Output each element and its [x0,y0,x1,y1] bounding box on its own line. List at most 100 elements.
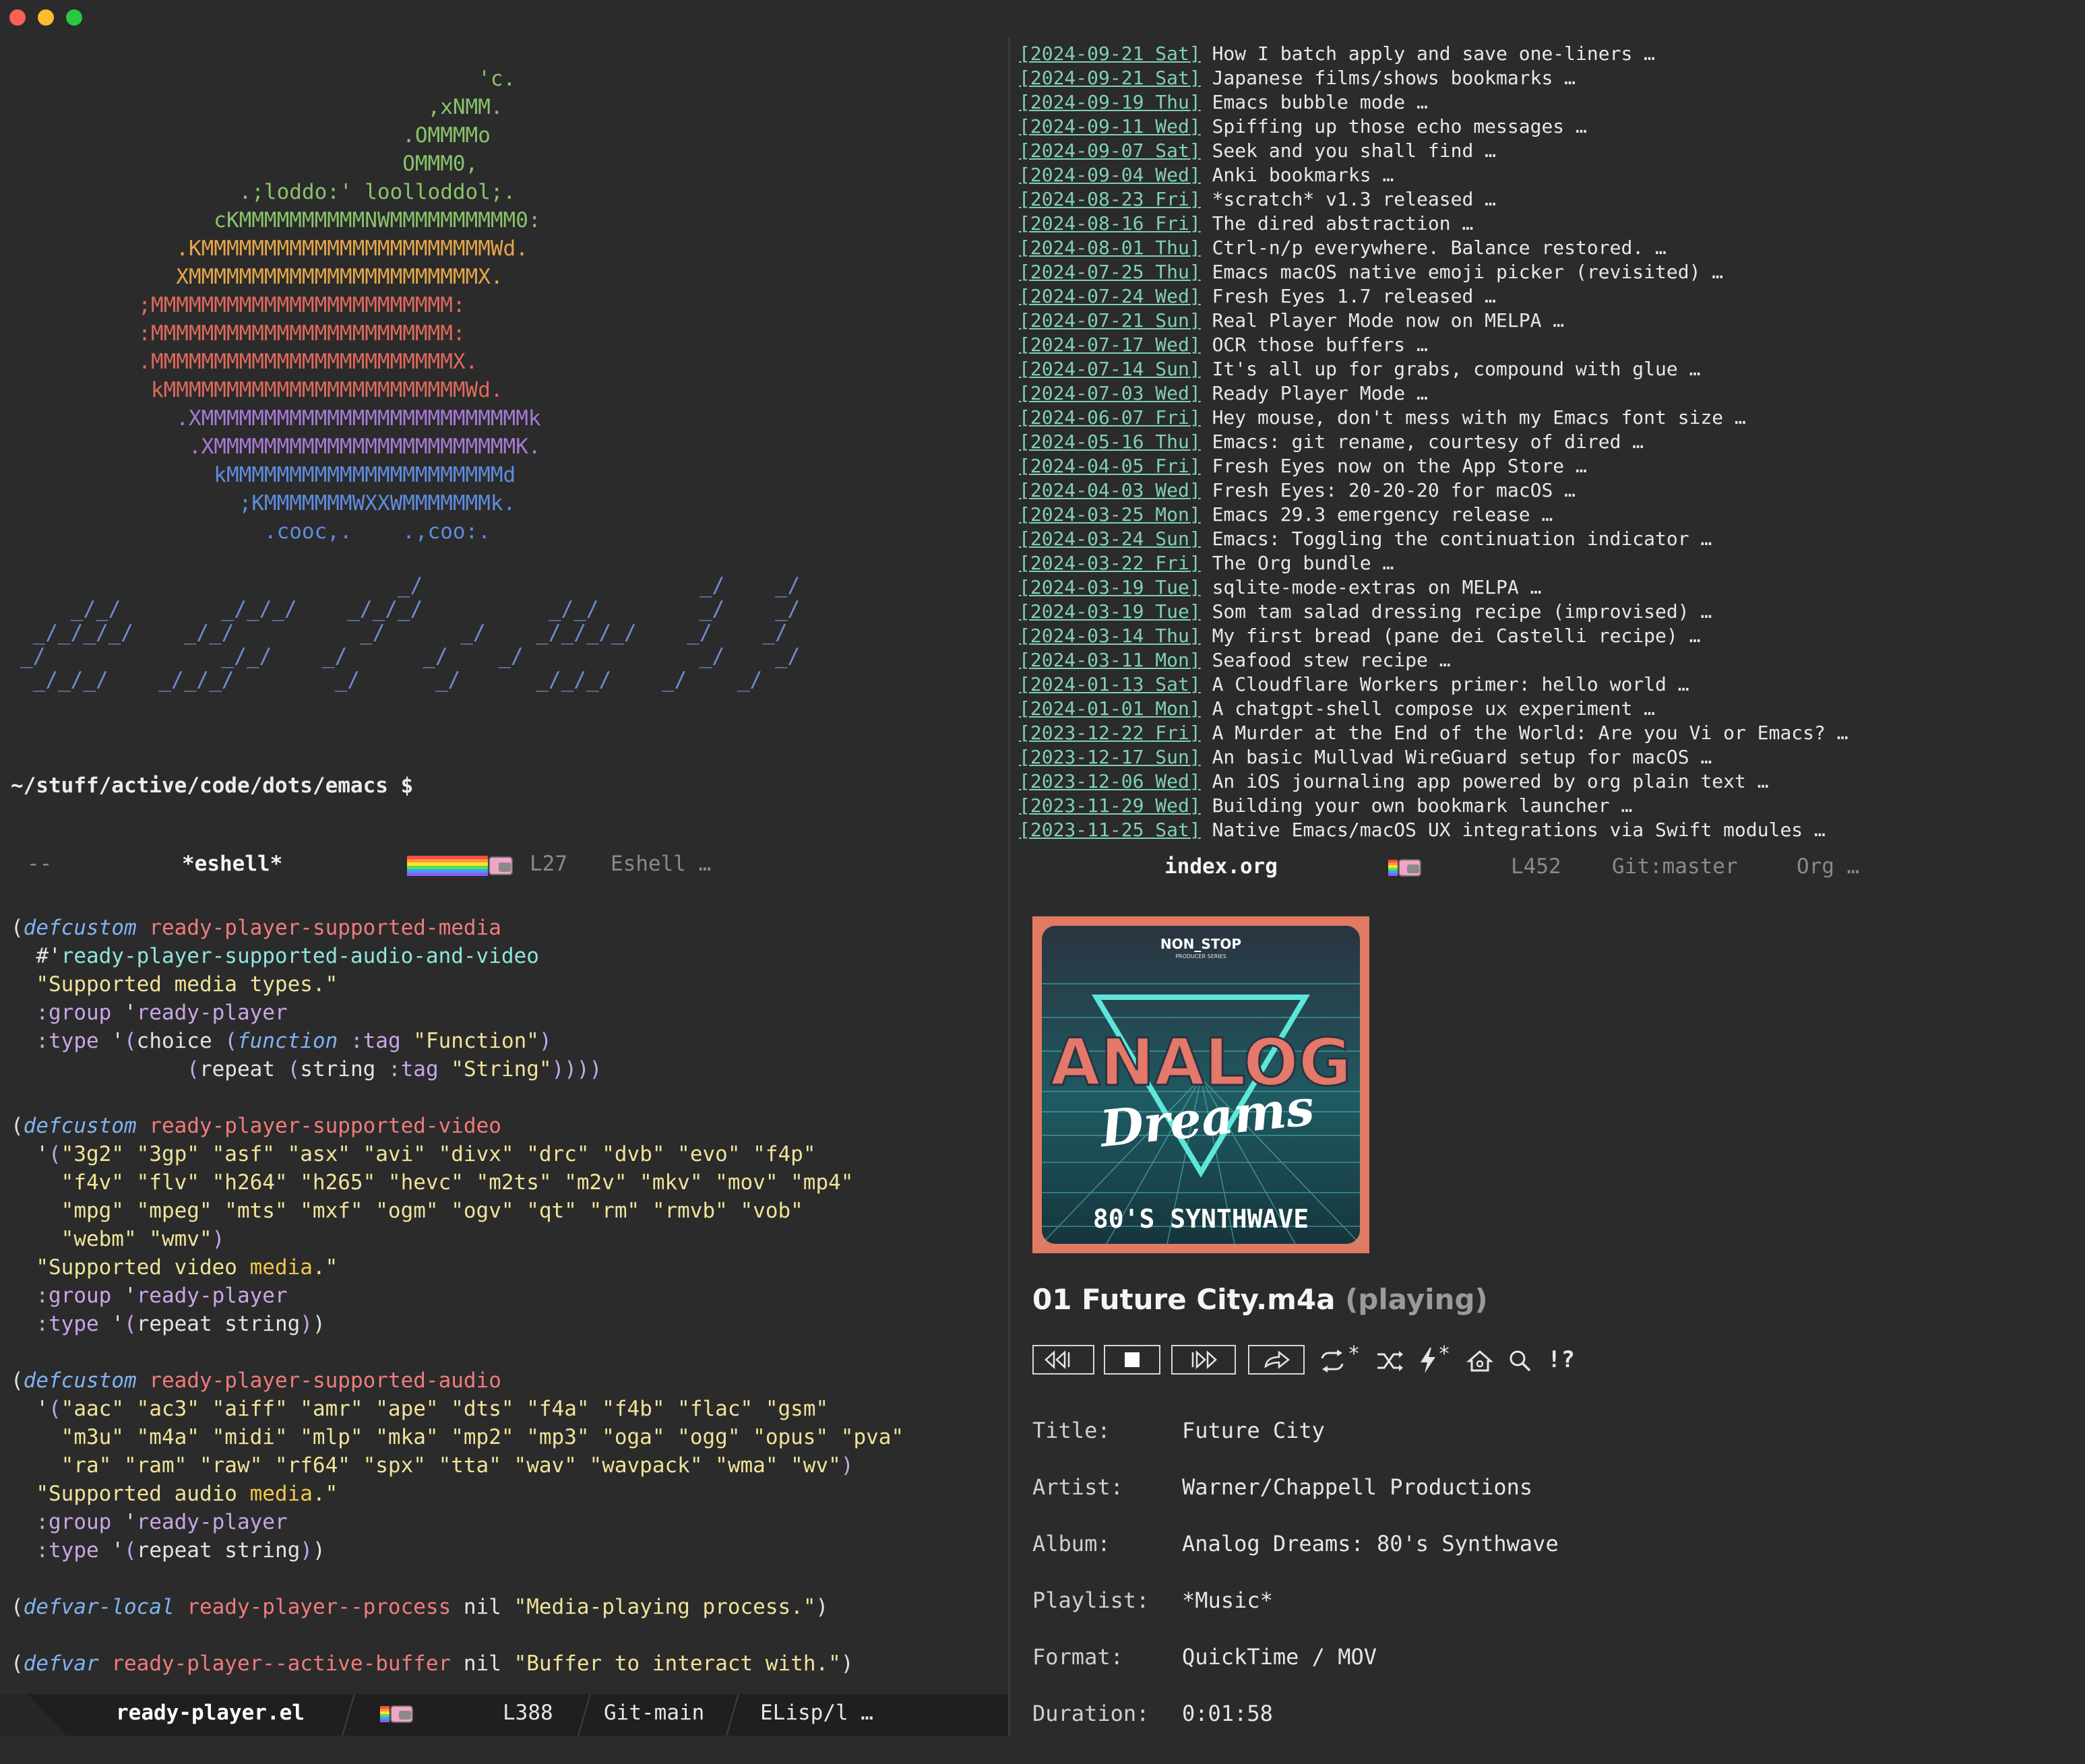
eshell-prompt[interactable]: ~/stuff/active/code/dots/emacs $ [11,774,413,798]
org-timestamp-link[interactable]: [2024-03-25 Mon] [1019,503,1201,526]
org-headline-item[interactable]: [2023-11-25 Sat] Native Emacs/macOS UX i… [1019,818,2070,842]
org-timestamp-link[interactable]: [2023-12-17 Sun] [1019,746,1201,768]
org-timestamp-link[interactable]: [2024-03-22 Fri] [1019,552,1201,574]
org-timestamp-link[interactable]: [2024-08-23 Fri] [1019,188,1201,210]
window-split-divider[interactable] [1008,38,1010,1736]
org-timestamp-link[interactable]: [2024-04-03 Wed] [1019,479,1201,501]
modeline-buffer-name[interactable]: ready-player.el [116,1701,305,1725]
nyan-cat-icon[interactable] [407,856,515,876]
org-headline-item[interactable]: [2024-03-25 Mon] Emacs 29.3 emergency re… [1019,503,2070,527]
org-timestamp-link[interactable]: [2024-01-01 Mon] [1019,697,1201,720]
org-headline-item[interactable]: [2024-03-19 Tue] sqlite-mode-extras on M… [1019,575,2070,600]
open-externally-button[interactable] [1248,1345,1305,1375]
modeline-buffer-name[interactable]: *eshell* [182,852,282,876]
help-button[interactable]: !? [1547,1346,1575,1373]
org-headline-item[interactable]: [2024-03-24 Sun] Emacs: Toggling the con… [1019,527,2070,551]
org-timestamp-link[interactable]: [2024-07-03 Wed] [1019,382,1201,404]
org-headline-item[interactable]: [2024-01-01 Mon] A chatgpt-shell compose… [1019,697,2070,721]
org-timestamp-link[interactable]: [2023-12-06 Wed] [1019,770,1201,792]
org-timestamp-link[interactable]: [2024-06-07 Fri] [1019,406,1201,429]
org-headline-item[interactable]: [2024-08-23 Fri] *scratch* v1.3 released… [1019,187,2070,212]
modeline-major-mode[interactable]: ELisp/l … [760,1701,873,1725]
org-timestamp-link[interactable]: [2024-09-21 Sat] [1019,67,1201,89]
org-headline-item[interactable]: [2024-07-14 Sun] It's all up for grabs, … [1019,357,2070,381]
org-timestamp-link[interactable]: [2024-09-07 Sat] [1019,139,1201,162]
org-timestamp-link[interactable]: [2024-09-11 Wed] [1019,115,1201,137]
org-timestamp-link[interactable]: [2024-07-24 Wed] [1019,285,1201,307]
org-timestamp-link[interactable]: [2024-07-17 Wed] [1019,334,1201,356]
org-timestamp-link[interactable]: [2024-09-19 Thu] [1019,91,1201,113]
org-headline-item[interactable]: [2023-12-17 Sun] An basic Mullvad WireGu… [1019,745,2070,769]
org-timestamp-link[interactable]: [2024-05-16 Thu] [1019,431,1201,453]
org-timestamp-link[interactable]: [2024-08-01 Thu] [1019,237,1201,259]
zoom-window-button[interactable] [66,9,82,26]
nyan-cat-icon[interactable] [380,1705,415,1725]
org-timestamp-link[interactable]: [2024-03-14 Thu] [1019,625,1201,647]
org-headline-item[interactable]: [2024-08-16 Fri] The dired abstraction … [1019,212,2070,236]
org-headline-title: Emacs bubble mode … [1200,91,1428,113]
org-headline-item[interactable]: [2024-03-11 Mon] Seafood stew recipe … [1019,648,2070,672]
org-timestamp-link[interactable]: [2023-11-25 Sat] [1019,819,1201,841]
org-headline-item[interactable]: [2024-01-13 Sat] A Cloudflare Workers pr… [1019,672,2070,697]
modeline-major-mode[interactable]: Org … [1797,854,1859,879]
ascii-logo-line: .OMMMMo [0,123,491,148]
ascii-logo-line: cKMMMMMMMMMMNWMMMMMMMMMM0: [0,208,541,232]
org-timestamp-link[interactable]: [2023-11-29 Wed] [1019,794,1201,817]
org-timestamp-link[interactable]: [2024-07-14 Sun] [1019,358,1201,380]
org-headline-item[interactable]: [2024-03-14 Thu] My first bread (pane de… [1019,624,2070,648]
org-headline-item[interactable]: [2024-04-05 Fri] Fresh Eyes now on the A… [1019,454,2070,478]
home-icon[interactable] [1466,1348,1493,1375]
org-headline-item[interactable]: [2024-07-24 Wed] Fresh Eyes 1.7 released… [1019,284,2070,309]
org-headline-item[interactable]: [2024-09-04 Wed] Anki bookmarks … [1019,163,2070,187]
org-timestamp-link[interactable]: [2024-03-11 Mon] [1019,649,1201,671]
org-headline-item[interactable]: [2024-09-07 Sat] Seek and you shall find… [1019,139,2070,163]
org-headline-item[interactable]: [2024-03-19 Tue] Som tam salad dressing … [1019,600,2070,624]
autoplay-bolt-icon[interactable] [1418,1346,1438,1375]
org-timestamp-link[interactable]: [2024-04-05 Fri] [1019,455,1201,477]
org-headline-item[interactable]: [2024-05-16 Thu] Emacs: git rename, cour… [1019,430,2070,454]
code-def-name: ready-player-supported-video [149,1114,501,1138]
modeline-vc-branch[interactable]: Git:master [1612,854,1738,879]
org-timestamp-link[interactable]: [2024-03-19 Tue] [1019,600,1201,623]
org-timestamp-link[interactable]: [2024-07-25 Thu] [1019,261,1201,283]
org-timestamp-link[interactable]: [2024-03-19 Tue] [1019,576,1201,598]
org-headline-title: It's all up for grabs, compound with glu… [1200,358,1701,380]
org-timestamp-link[interactable]: [2024-09-21 Sat] [1019,42,1201,65]
search-icon[interactable] [1508,1349,1532,1375]
nyan-cat-icon[interactable] [1388,858,1423,879]
org-headline-item[interactable]: [2023-12-06 Wed] An iOS journaling app p… [1019,769,2070,794]
org-headline-item[interactable]: [2023-11-29 Wed] Building your own bookm… [1019,794,2070,818]
org-headline-item[interactable]: [2024-03-22 Fri] The Org bundle … [1019,551,2070,575]
org-headline-item[interactable]: [2024-08-01 Thu] Ctrl-n/p everywhere. Ba… [1019,236,2070,260]
next-track-button[interactable] [1171,1345,1236,1375]
modeline-major-mode[interactable]: Eshell … [611,852,711,876]
org-headline-item[interactable]: [2024-09-21 Sat] Japanese films/shows bo… [1019,66,2070,90]
org-headline-item[interactable]: [2024-07-17 Wed] OCR those buffers … [1019,333,2070,357]
org-headline-item[interactable]: [2023-12-22 Fri] A Murder at the End of … [1019,721,2070,745]
repeat-icon[interactable] [1318,1348,1348,1375]
org-headline-item[interactable]: [2024-06-07 Fri] Hey mouse, don't mess w… [1019,406,2070,430]
shuffle-icon[interactable] [1375,1348,1404,1375]
org-headline-item[interactable]: [2024-04-03 Wed] Fresh Eyes: 20-20-20 fo… [1019,478,2070,503]
org-timestamp-link[interactable]: [2024-03-24 Sun] [1019,528,1201,550]
org-timestamp-link[interactable]: [2024-09-04 Wed] [1019,164,1201,186]
org-headline-item[interactable]: [2024-07-21 Sun] Real Player Mode now on… [1019,309,2070,333]
elisp-code-buffer[interactable]: (defcustom ready-player-supported-media … [11,914,904,1678]
org-headline-item[interactable]: [2024-09-19 Thu] Emacs bubble mode … [1019,90,2070,115]
org-timestamp-link[interactable]: [2024-01-13 Sat] [1019,673,1201,695]
org-timestamp-link[interactable]: [2024-08-16 Fri] [1019,212,1201,234]
stop-button[interactable] [1104,1345,1160,1375]
org-headline-item[interactable]: [2024-07-25 Thu] Emacs macOS native emoj… [1019,260,2070,284]
org-timestamp-link[interactable]: [2023-12-22 Fri] [1019,722,1201,744]
org-headline-item[interactable]: [2024-07-03 Wed] Ready Player Mode … [1019,381,2070,406]
modeline-buffer-name[interactable]: index.org [1164,854,1278,879]
org-headline-item[interactable]: [2024-09-11 Wed] Spiffing up those echo … [1019,115,2070,139]
close-window-button[interactable] [9,9,26,26]
minimize-window-button[interactable] [38,9,54,26]
org-headline-item[interactable]: [2024-09-21 Sat] How I batch apply and s… [1019,42,2070,66]
previous-track-button[interactable] [1032,1345,1094,1375]
ascii-logo-line: ;MMMMMMMMMMMMMMMMMMMMMMMM: [0,293,466,317]
modeline-vc-branch[interactable]: Git-main [604,1701,704,1725]
code-string: "String" [451,1057,552,1081]
org-timestamp-link[interactable]: [2024-07-21 Sun] [1019,309,1201,332]
